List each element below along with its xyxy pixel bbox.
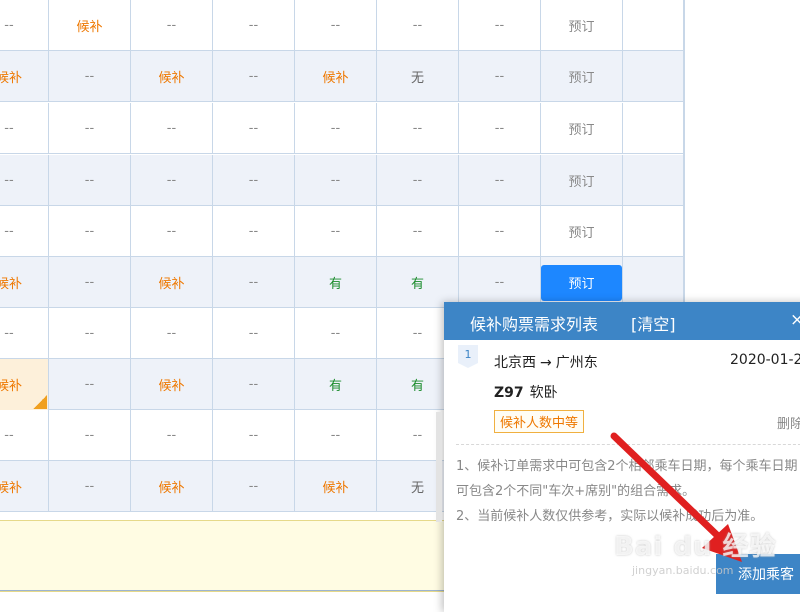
bottom-divider [0,590,460,591]
book-cell: 预订 [541,257,623,308]
seat-cell: -- [459,51,541,102]
train-number: Z97 [494,385,524,401]
seat-cell[interactable]: 候补 [131,359,213,410]
clear-list-button[interactable]: [清空] [631,311,676,335]
seat-cell: -- [377,103,459,154]
seat-cell[interactable]: 候补 [0,359,49,410]
seat-cell: -- [459,257,541,308]
seat-cell: -- [295,155,377,206]
seat-cell: -- [131,103,213,154]
travel-date: 2020-01-22 [730,352,800,368]
seat-cell: -- [213,257,295,308]
book-link[interactable]: 预订 [541,103,623,154]
seat-cell[interactable]: 无 [377,51,459,102]
table-row: 候补 -- 候补 -- 候补无 -- 预订 [0,51,685,102]
notice-bar [0,520,460,592]
seat-cell: -- [131,206,213,257]
seat-cell: -- [131,155,213,206]
book-link[interactable]: 预订 [541,0,623,51]
seat-cell: -- [49,103,131,154]
scrollbar[interactable] [436,412,442,522]
seat-cell: -- [49,206,131,257]
table-row: -- 候补 -- -- -- -- -- 预订 [0,0,685,51]
seat-cell[interactable]: 有 [295,257,377,308]
seat-cell[interactable]: 候补 [295,461,377,512]
seat-cell[interactable]: 候补 [131,257,213,308]
seat-cell: -- [213,410,295,461]
seat-cell: -- [459,0,541,51]
to-station: 广州东 [555,355,598,371]
seat-cell: -- [295,206,377,257]
delete-item-link[interactable]: 删除 [777,413,800,432]
seat-cell: -- [0,103,49,154]
seat-cell: -- [295,103,377,154]
selected-check-icon [33,395,47,409]
seat-cell: -- [49,359,131,410]
seat-cell: -- [131,0,213,51]
seat-cell: -- [131,410,213,461]
seat-cell: -- [49,51,131,102]
book-button[interactable]: 预订 [541,264,622,301]
seat-cell: -- [0,155,49,206]
seat-cell[interactable]: 候补 [49,0,131,51]
table-row: -- -- -- -- -- -- -- 预订 [0,206,685,257]
seat-cell[interactable]: 有 [295,359,377,410]
book-link[interactable]: 预订 [541,51,623,102]
from-station: 北京西 [494,355,536,371]
close-icon[interactable]: × [790,310,800,330]
seat-cell: -- [213,155,295,206]
seat-cell: -- [295,0,377,51]
seat-cell: -- [213,206,295,257]
book-link[interactable]: 预订 [541,155,623,206]
seat-cell[interactable]: 候补 [295,51,377,102]
annotation-arrow-icon [610,432,742,562]
seat-cell: -- [459,206,541,257]
table-row: -- -- -- -- -- -- -- 预订 [0,155,685,206]
seat-cell: -- [49,461,131,512]
seat-cell[interactable]: 候补 [131,51,213,102]
book-link[interactable]: 预订 [541,206,623,257]
seat-cell: -- [49,257,131,308]
seat-cell: -- [459,155,541,206]
seat-cell: -- [213,51,295,102]
arrow-right-icon: → [540,355,552,371]
seat-cell[interactable]: 有 [377,257,459,308]
panel-title: 候补购票需求列表 [470,315,599,334]
seat-cell: -- [49,155,131,206]
seat-cell: -- [213,461,295,512]
seat-cell: -- [131,308,213,359]
seat-cell: -- [49,410,131,461]
seat-cell: -- [213,103,295,154]
route: 北京西 → 广州东 [494,352,598,372]
seat-cell[interactable]: 候补 [0,51,49,102]
seat-cell: -- [213,359,295,410]
table-row: 候补 -- 候补 -- 有有 -- 预订 [0,257,685,308]
panel-header: 候补购票需求列表 [清空] × [444,302,800,340]
seat-cell: -- [0,410,49,461]
seat-cell: -- [377,206,459,257]
seat-cell: -- [213,308,295,359]
seat-cell: -- [0,0,49,51]
seat-cell: -- [0,206,49,257]
seat-cell: -- [459,103,541,154]
seat-cell[interactable]: 候补 [131,461,213,512]
seat-cell: -- [377,155,459,206]
seat-cell: -- [295,410,377,461]
seat-cell: -- [295,308,377,359]
seat-cell[interactable]: 候补 [0,461,49,512]
item-index-badge: 1 [458,345,478,363]
seat-cell: -- [377,0,459,51]
seat-cell: -- [213,0,295,51]
seat-type: 软卧 [529,385,558,401]
seat-cell: -- [49,308,131,359]
badge-tip [458,363,478,368]
seat-cell: -- [0,308,49,359]
train-info: Z97 软卧 [494,382,558,402]
seat-cell[interactable]: 候补 [0,257,49,308]
table-row: -- -- -- -- -- -- -- 预订 [0,103,685,154]
demand-level-tag: 候补人数中等 [494,410,585,433]
